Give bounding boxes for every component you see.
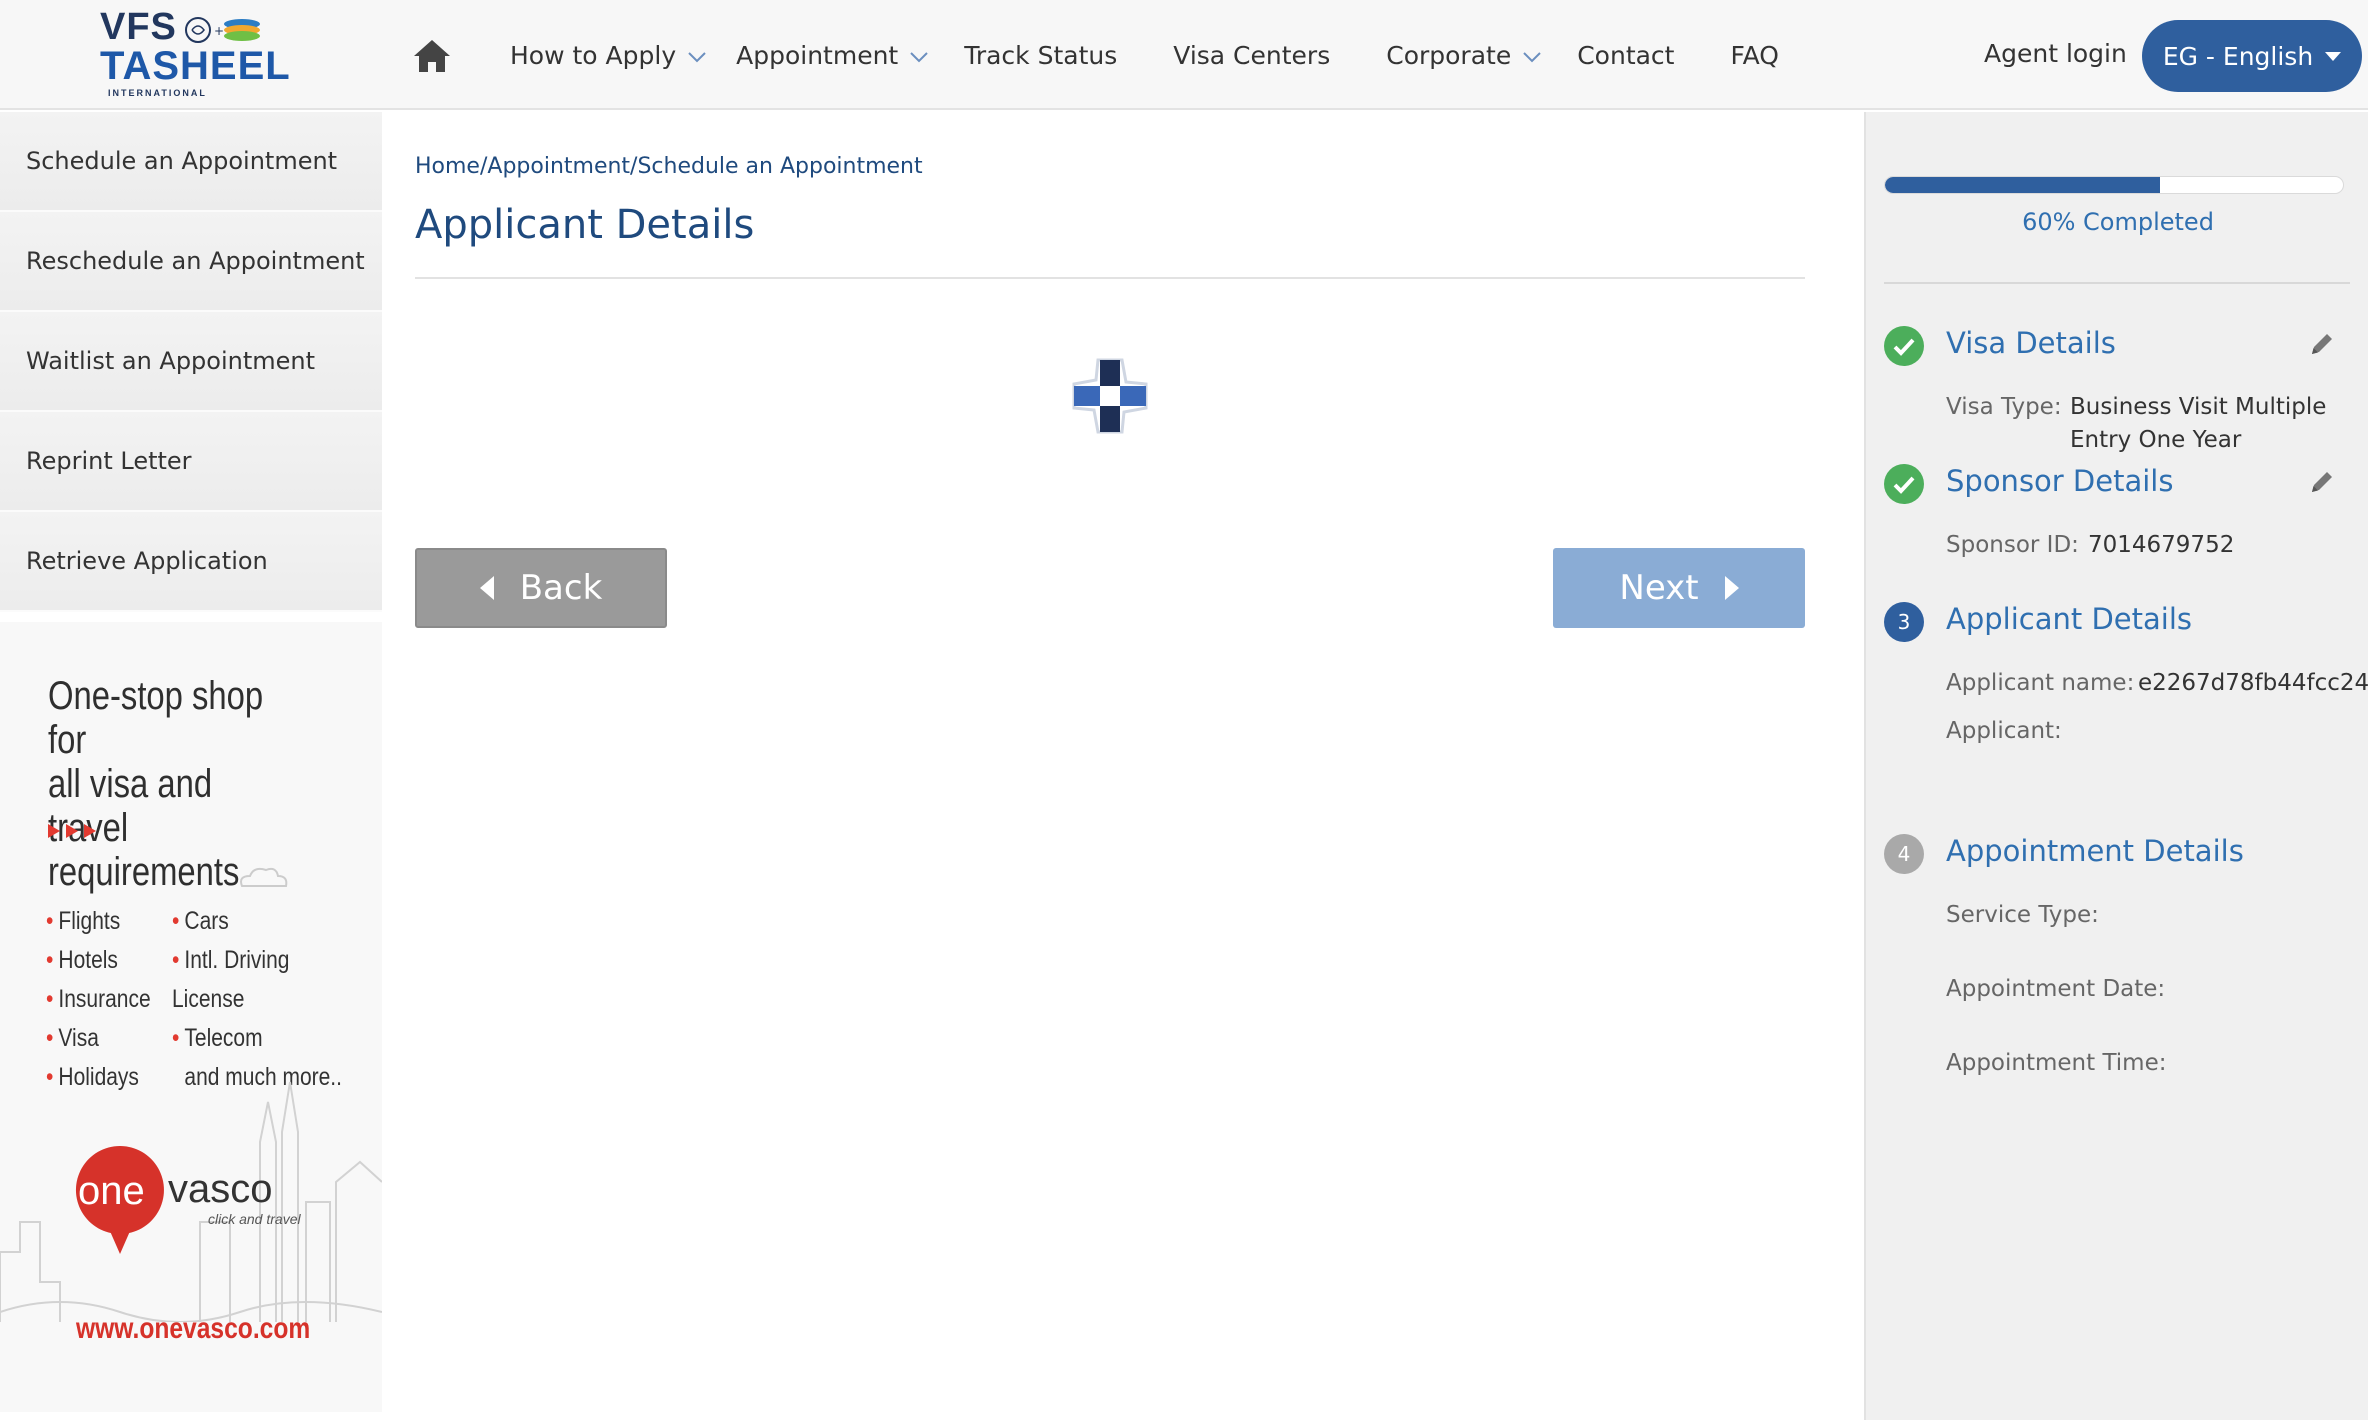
ad-list-item: • Insurance — [46, 985, 151, 1013]
check-circle-icon — [1884, 464, 1924, 504]
visa-type-label: Visa Type: — [1946, 394, 2062, 420]
nav-corporate[interactable]: Corporate — [1386, 41, 1541, 70]
onevasco-logo: one vasco click and travel — [75, 1146, 301, 1254]
home-button[interactable] — [412, 36, 452, 76]
main-nav: How to Apply Appointment Track Status Vi… — [510, 0, 1779, 110]
nav-label: Track Status — [964, 40, 1118, 70]
breadcrumb: Home/Appointment/Schedule an Appointment — [415, 154, 923, 179]
chevron-down-icon — [688, 52, 706, 63]
language-selector[interactable]: EG - English — [2142, 20, 2362, 92]
progress-bar — [1884, 176, 2344, 194]
application-progress-panel: 60% Completed Visa Details Visa Type: Bu… — [1864, 112, 2368, 1420]
sidebar-item-schedule[interactable]: Schedule an Appointment — [0, 112, 382, 212]
sidebar-item-retrieve-application[interactable]: Retrieve Application — [0, 512, 382, 612]
home-icon — [414, 40, 450, 72]
nav-visa-centers[interactable]: Visa Centers — [1173, 41, 1330, 70]
ad-headline: One-stop shop for all visa and travel re… — [48, 674, 294, 894]
breadcrumb-schedule[interactable]: Schedule an Appointment — [637, 154, 922, 179]
back-button[interactable]: Back — [415, 548, 667, 628]
language-label: EG - English — [2162, 41, 2314, 71]
top-header: VFS + TASHEEL INTERNATIONAL How to Apply… — [0, 0, 2368, 110]
ad-list-item: • Cars — [172, 907, 229, 935]
nav-faq[interactable]: FAQ — [1730, 41, 1778, 70]
svg-text:click and travel: click and travel — [208, 1211, 301, 1227]
step-number-icon: 4 — [1884, 834, 1924, 874]
appointment-date-label: Appointment Date: — [1946, 976, 2166, 1002]
play-arrow-icon — [48, 824, 96, 838]
caret-down-icon — [2325, 51, 2342, 61]
progress-bar-fill — [1885, 177, 2160, 193]
sponsor-id-value: 7014679752 — [2088, 532, 2235, 558]
agent-login-link[interactable]: Agent login — [1984, 39, 2127, 68]
progress-label: 60% Completed — [2022, 208, 2214, 236]
svg-text:one: one — [78, 1169, 145, 1213]
visa-type-value-line1: Business Visit Multiple — [2070, 394, 2327, 420]
applicant-label: Applicant: — [1946, 718, 2062, 744]
arrow-left-icon — [479, 576, 494, 600]
appointment-time-label: Appointment Time: — [1946, 1050, 2167, 1076]
sidebar-item-reprint-letter[interactable]: Reprint Letter — [0, 412, 382, 512]
ad-headline-line: One-stop shop for — [48, 674, 264, 762]
vfs-tasheel-logo[interactable]: VFS + TASHEEL INTERNATIONAL — [96, 4, 290, 100]
nav-appointment[interactable]: Appointment — [736, 41, 928, 70]
nav-track-status[interactable]: Track Status — [964, 41, 1117, 70]
applicant-name-value: e2267d78fb44fcc24b — [2138, 670, 2368, 696]
logo-text-international: INTERNATIONAL — [108, 88, 207, 98]
title-divider — [415, 277, 1805, 279]
ad-headline-line: all visa and — [48, 762, 213, 806]
ad-list-item: • Hotels — [46, 946, 118, 974]
sidebar-item-reschedule[interactable]: Reschedule an Appointment — [0, 212, 382, 312]
sponsor-id-label: Sponsor ID: — [1946, 532, 2079, 558]
check-circle-icon — [1884, 326, 1924, 366]
nav-label: How to Apply — [510, 40, 677, 70]
pencil-edit-icon[interactable] — [2308, 468, 2336, 496]
cloud-icon — [240, 867, 288, 887]
breadcrumb-home[interactable]: Home — [415, 154, 480, 179]
svg-text:vasco: vasco — [168, 1167, 273, 1211]
step-appointment-details-title: Appointment Details — [1946, 834, 2244, 868]
service-type-label: Service Type: — [1946, 902, 2099, 928]
step-applicant-details-title[interactable]: Applicant Details — [1946, 602, 2192, 636]
step-visa-details-title[interactable]: Visa Details — [1946, 326, 2116, 360]
ad-list-item: • Flights — [46, 907, 121, 935]
onevasco-ad-banner[interactable]: One-stop shop for all visa and travel re… — [0, 622, 382, 1412]
pencil-edit-icon[interactable] — [2308, 330, 2336, 358]
sidebar-item-waitlist[interactable]: Waitlist an Appointment — [0, 312, 382, 412]
breadcrumb-appointment[interactable]: Appointment — [487, 154, 630, 179]
nav-how-to-apply[interactable]: How to Apply — [510, 41, 706, 70]
page-title: Applicant Details — [415, 202, 755, 248]
nav-label: Appointment — [736, 40, 899, 70]
step-number-icon: 3 — [1884, 602, 1924, 642]
logo-text-tasheel: TASHEEL — [100, 44, 291, 88]
panel-divider — [1884, 282, 2350, 284]
nav-label: Corporate — [1386, 40, 1512, 70]
ad-list-item: • Intl. Driving License — [172, 946, 290, 1013]
next-button-label: Next — [1619, 568, 1699, 608]
logo-emblem-icon: + — [185, 17, 260, 43]
svg-text:+: + — [214, 24, 224, 38]
chevron-down-icon — [910, 52, 928, 63]
visa-type-value-line2: Entry One Year — [2070, 427, 2242, 453]
loading-spinner-icon — [1072, 358, 1148, 434]
appointment-sidebar: Schedule an Appointment Reschedule an Ap… — [0, 112, 382, 612]
ad-url: www.onevasco.com — [76, 1312, 311, 1345]
nav-label: Contact — [1577, 40, 1675, 70]
nav-label: Visa Centers — [1173, 40, 1331, 70]
back-button-label: Back — [519, 568, 603, 608]
nav-contact[interactable]: Contact — [1577, 41, 1674, 70]
logo-text-vfs: VFS — [100, 6, 177, 48]
arrow-right-icon — [1724, 576, 1739, 600]
applicant-name-label: Applicant name: — [1946, 670, 2135, 696]
chevron-down-icon — [1523, 52, 1541, 63]
next-button[interactable]: Next — [1553, 548, 1805, 628]
step-sponsor-details-title[interactable]: Sponsor Details — [1946, 464, 2173, 498]
nav-label: FAQ — [1730, 40, 1779, 70]
